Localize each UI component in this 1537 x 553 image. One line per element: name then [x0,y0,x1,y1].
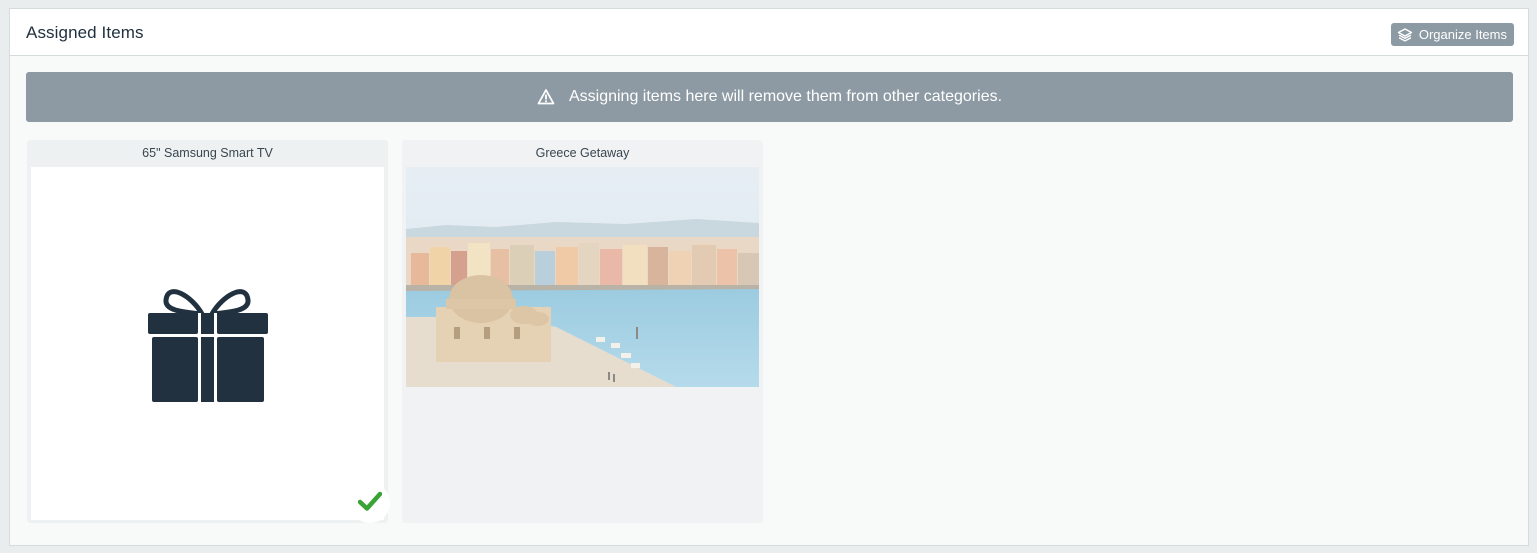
panel-header: Assigned Items Organize Items [10,9,1528,56]
alert-message: Assigning items here will remove them fr… [568,88,1003,105]
checkmark-icon [357,491,383,516]
organize-items-label: Organize Items [1418,27,1507,42]
organize-items-button[interactable]: Organize Items [1390,23,1514,46]
item-title: Greece Getaway [535,146,630,160]
layers-icon [1397,27,1413,43]
gift-icon [146,280,271,405]
alert-banner: Assigning items here will remove them fr… [26,72,1513,122]
selected-check-badge [350,483,390,523]
harbor-photo [406,167,759,387]
warning-icon [537,88,555,106]
item-card[interactable]: 65" Samsung Smart TV [27,140,390,523]
item-title: 65" Samsung Smart TV [142,146,273,160]
assigned-items-panel: Assigned Items Organize Items Assigning … [9,8,1529,546]
panel-title: Assigned Items [26,23,144,42]
item-image [31,167,384,520]
item-card[interactable]: Greece Getaway [402,140,763,523]
